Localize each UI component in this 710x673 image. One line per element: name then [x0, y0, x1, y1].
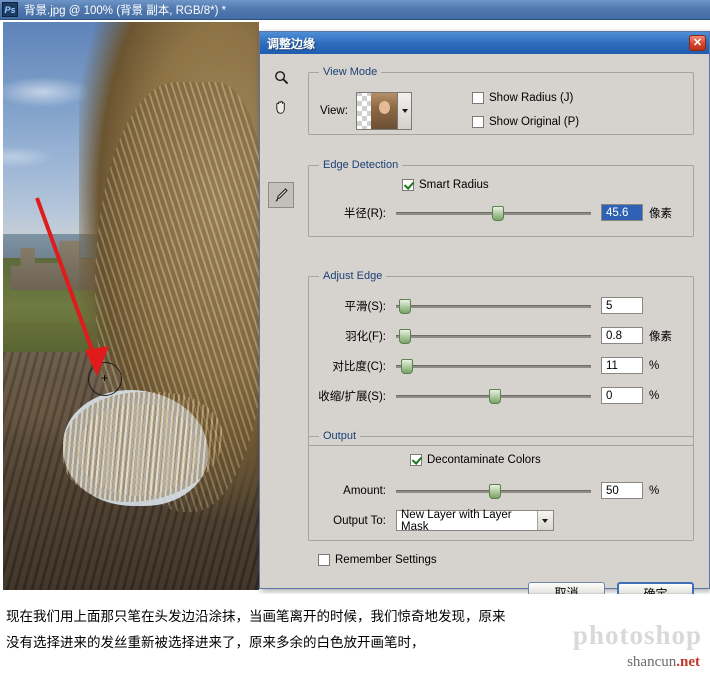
amount-unit-label: %	[649, 484, 660, 497]
site-brand-tld: .net	[676, 654, 700, 670]
shift-edge-slider-thumb[interactable]	[488, 388, 501, 404]
feather-label: 羽化(F):	[345, 330, 386, 343]
view-mode-title: View Mode	[319, 66, 382, 78]
radius-value-input[interactable]: 45.6	[601, 204, 643, 221]
radius-row: 半径(R): 45.6 像素	[316, 204, 688, 221]
site-brand: shancun.net	[627, 654, 700, 671]
contrast-slider-track	[396, 364, 591, 368]
smooth-value-input[interactable]: 5	[601, 297, 643, 314]
amount-slider[interactable]	[396, 483, 591, 499]
edge-detection-title: Edge Detection	[319, 159, 403, 171]
refine-radius-brush-button[interactable]	[268, 182, 294, 208]
tutorial-caption: 现在我们用上面那只笔在头发边沿涂抹，当画笔离开的时候，我们惊奇地发现，原来 没有…	[0, 594, 710, 673]
watermark-text: photoshop	[572, 620, 702, 650]
smooth-slider[interactable]	[396, 298, 591, 314]
show-radius-label: Show Radius (J)	[489, 92, 574, 104]
show-original-checkbox[interactable]	[472, 116, 484, 128]
contrast-unit-label: %	[649, 359, 660, 372]
show-original-label: Show Original (P)	[489, 116, 580, 128]
edge-detection-group: Edge Detection	[308, 159, 694, 237]
show-radius-row[interactable]: Show Radius (J)	[472, 92, 573, 104]
show-radius-checkbox[interactable]	[472, 92, 484, 104]
magnifier-icon	[274, 70, 288, 84]
show-original-row[interactable]: Show Original (P)	[472, 116, 579, 128]
view-row: View:	[320, 92, 412, 130]
contrast-slider-thumb[interactable]	[400, 358, 413, 374]
output-to-row: Output To: New Layer with Layer Mask	[316, 508, 554, 533]
output-to-label: Output To:	[333, 514, 386, 527]
shift-edge-slider[interactable]	[396, 388, 591, 404]
view-preview-face	[379, 101, 390, 114]
hand-tool-button[interactable]	[268, 94, 294, 120]
adjust-edge-title: Adjust Edge	[319, 270, 387, 282]
contrast-value-input[interactable]: 11	[601, 357, 643, 374]
close-icon[interactable]: ✕	[689, 35, 706, 51]
chevron-down-icon	[401, 109, 408, 113]
shift-edge-unit-label: %	[649, 389, 660, 402]
output-to-value: New Layer with Layer Mask	[401, 508, 512, 533]
feather-slider-track	[396, 334, 591, 338]
view-mode-dropdown-button[interactable]	[398, 92, 412, 130]
radius-slider-thumb[interactable]	[492, 205, 505, 221]
smooth-slider-track	[396, 304, 591, 308]
feather-value-input[interactable]: 0.8	[601, 327, 643, 344]
brush-cursor-plus-icon: +	[100, 371, 108, 385]
output-title: Output	[319, 430, 361, 442]
feather-slider-thumb[interactable]	[398, 328, 411, 344]
output-to-dropdown-button[interactable]	[536, 511, 553, 530]
refine-edge-dialog: 调整边缘 ✕ View Mode View: Show Radius (J) S…	[259, 31, 710, 604]
shift-edge-label: 收缩/扩展(S):	[318, 390, 386, 403]
photoshop-logo-icon: Ps	[2, 2, 18, 17]
dialog-titlebar[interactable]: 调整边缘 ✕	[260, 32, 709, 54]
radius-unit-label: 像素	[649, 207, 672, 220]
smart-radius-checkbox[interactable]	[402, 179, 414, 191]
smooth-row: 平滑(S): 5	[302, 297, 692, 314]
remember-settings-row[interactable]: Remember Settings	[318, 554, 437, 566]
decontaminate-colors-checkbox[interactable]	[410, 454, 422, 466]
shift-edge-row: 收缩/扩展(S): 0 %	[302, 387, 692, 404]
remember-settings-label: Remember Settings	[335, 554, 437, 566]
zoom-tool-button[interactable]	[268, 64, 294, 90]
contrast-slider[interactable]	[396, 358, 591, 374]
radius-label: 半径(R):	[343, 207, 386, 220]
remember-settings-checkbox[interactable]	[318, 554, 330, 566]
document-title: 背景.jpg @ 100% (背景 副本, RGB/8*) *	[24, 4, 227, 17]
dialog-tool-strip	[268, 64, 304, 212]
application-titlebar: Ps 背景.jpg @ 100% (背景 副本, RGB/8*) *	[0, 0, 710, 20]
smooth-slider-thumb[interactable]	[398, 298, 411, 314]
amount-label: Amount:	[343, 484, 386, 497]
brush-icon	[275, 188, 288, 202]
smart-radius-row[interactable]: Smart Radius	[402, 179, 489, 191]
amount-row: Amount: 50 %	[316, 482, 696, 499]
site-brand-name: shancun	[627, 654, 677, 670]
chevron-down-icon	[542, 518, 549, 523]
contrast-label: 对比度(C):	[332, 360, 386, 373]
shift-edge-value-input[interactable]: 0	[601, 387, 643, 404]
decontaminate-colors-label: Decontaminate Colors	[427, 454, 541, 466]
hand-icon	[275, 101, 285, 114]
decontaminate-colors-row[interactable]: Decontaminate Colors	[410, 454, 541, 466]
smooth-label: 平滑(S):	[344, 300, 386, 313]
amount-slider-thumb[interactable]	[488, 483, 501, 499]
amount-value-input[interactable]: 50	[601, 482, 643, 499]
dialog-title: 调整边缘	[267, 36, 316, 51]
feather-unit-label: 像素	[649, 330, 672, 343]
smart-radius-label: Smart Radius	[419, 179, 489, 191]
view-preview-thumbnail[interactable]	[356, 92, 398, 130]
dialog-body: View Mode View: Show Radius (J) Show Ori…	[260, 54, 709, 604]
feather-row: 羽化(F): 0.8 像素	[302, 327, 692, 344]
feather-slider[interactable]	[396, 328, 591, 344]
view-label: View:	[320, 105, 348, 117]
photo-image[interactable]: +	[3, 22, 259, 590]
output-to-select[interactable]: New Layer with Layer Mask	[396, 508, 554, 533]
radius-slider[interactable]	[396, 205, 591, 221]
contrast-row: 对比度(C): 11 %	[302, 357, 692, 374]
photoshop-window: Ps 背景.jpg @ 100% (背景 副本, RGB/8*) * + 调整边…	[0, 0, 710, 673]
